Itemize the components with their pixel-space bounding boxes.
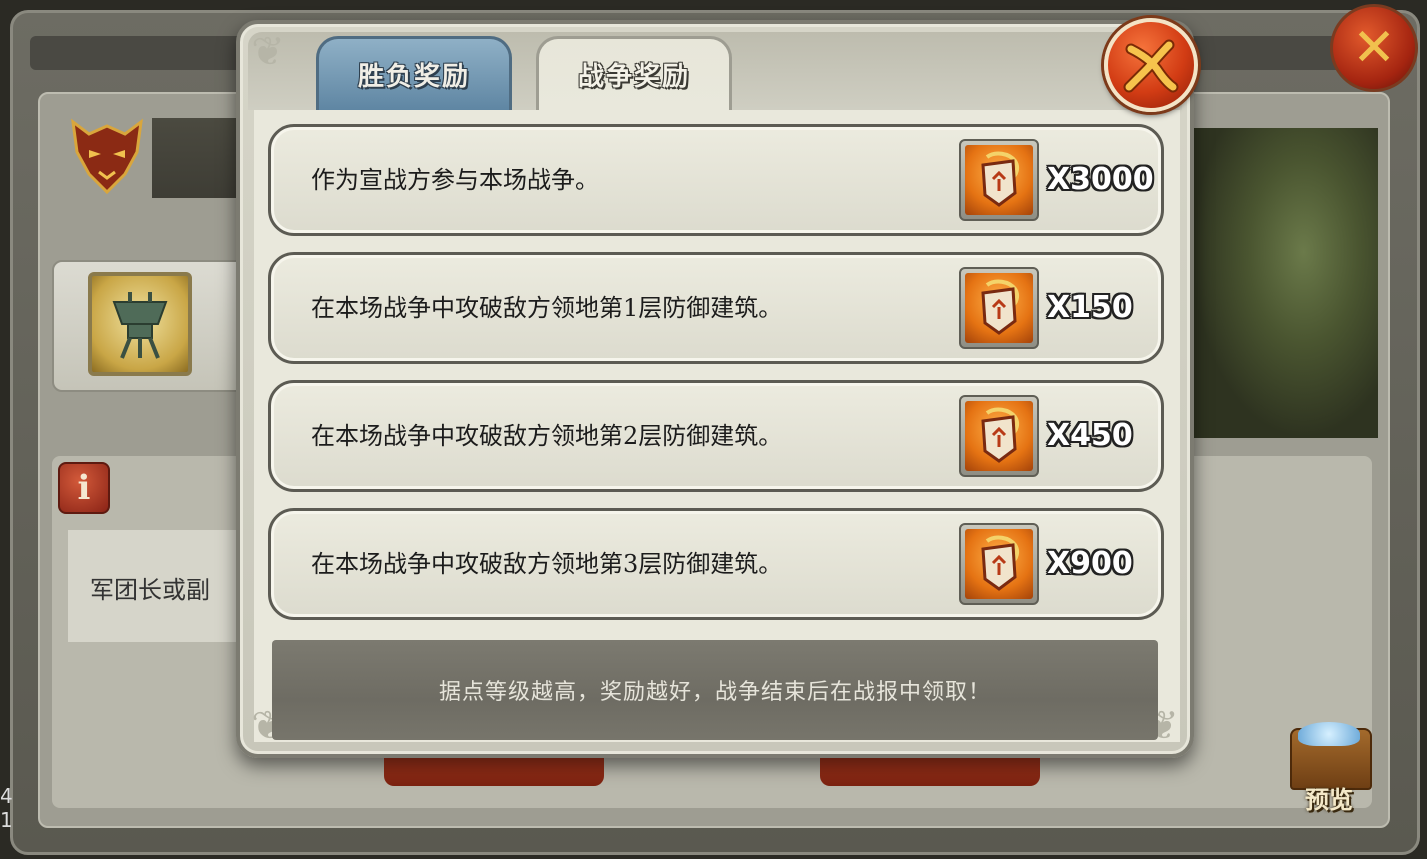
reward-row: 在本场战争中攻破敌方领地第1层防御建筑。 X150 [268, 252, 1164, 364]
corner-ornament-icon: ❦ [251, 29, 285, 75]
mask-emblem-icon [52, 110, 162, 210]
background-title-plate [152, 118, 248, 198]
reward-row: 在本场战争中攻破敌方领地第3层防御建筑。 X900 [268, 508, 1164, 620]
background-close-button[interactable]: ✕ [1330, 4, 1418, 92]
reward-description: 在本场战争中攻破敌方领地第2层防御建筑。 [311, 422, 783, 450]
reward-description: 在本场战争中攻破敌方领地第3层防御建筑。 [311, 550, 783, 578]
reward-row: 在本场战争中攻破敌方领地第2层防御建筑。 X450 [268, 380, 1164, 492]
war-token-icon[interactable] [959, 139, 1039, 221]
war-token-icon[interactable] [959, 523, 1039, 605]
reward-quantity: X450 [1047, 418, 1133, 453]
background-info-text: 军团长或副 [90, 576, 210, 604]
reward-description: 在本场战争中攻破敌方领地第1层防御建筑。 [311, 294, 783, 322]
war-token-icon[interactable] [959, 395, 1039, 477]
gems-icon [1298, 722, 1360, 746]
reward-quantity: X150 [1047, 290, 1133, 325]
background-left-digits: 4 1 [0, 784, 13, 832]
preview-button[interactable]: 预览 [1284, 722, 1374, 814]
footer-note: 据点等级越高，奖励越好，战争结束后在战报中领取！ [272, 640, 1158, 740]
tab-war-rewards[interactable]: 战争奖励 [536, 36, 732, 110]
preview-label: 预览 [1305, 785, 1353, 814]
left-digit-2: 1 [0, 808, 13, 832]
reward-quantity: X3000 [1047, 162, 1154, 197]
close-x-icon [1123, 39, 1179, 93]
left-digit-1: 4 [0, 784, 13, 808]
reward-row: 作为宣战方参与本场战争。 X3000 [268, 124, 1164, 236]
bronze-vessel-icon [88, 272, 192, 376]
war-token-icon[interactable] [959, 267, 1039, 349]
reward-description: 作为宣战方参与本场战争。 [311, 166, 599, 194]
info-icon[interactable]: i [58, 462, 110, 514]
reward-quantity: X900 [1047, 546, 1133, 581]
tab-win-loss-rewards[interactable]: 胜负奖励 [316, 36, 512, 110]
background-map [1192, 128, 1378, 438]
close-button[interactable] [1104, 18, 1198, 112]
